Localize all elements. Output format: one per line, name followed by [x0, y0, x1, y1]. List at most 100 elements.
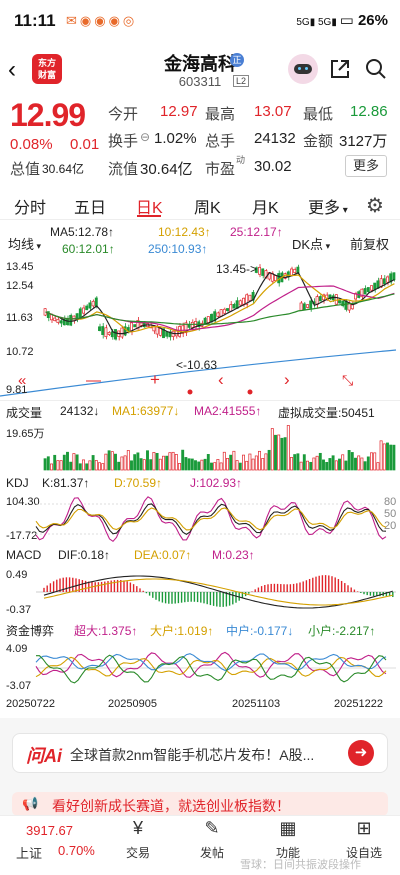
funds-indicator-label[interactable]: 资金博弈: [6, 622, 54, 639]
volume-bar: [139, 458, 143, 471]
divider: [0, 400, 400, 401]
nav-trade[interactable]: 交易: [108, 844, 168, 861]
volume-bar: [379, 440, 383, 471]
tab-intraday[interactable]: 分时: [14, 194, 46, 218]
high-annotation: 13.45->: [216, 262, 258, 276]
volume-bar: [376, 462, 380, 471]
volume-bar: [46, 456, 50, 471]
candle-body: [139, 322, 143, 326]
tab-monthly-k[interactable]: 月K: [252, 194, 279, 218]
candlestick-chart[interactable]: [0, 258, 400, 398]
volume-bar: [299, 461, 303, 471]
trade-icon[interactable]: ¥: [108, 818, 168, 839]
volume-indicator-label[interactable]: 成交量: [6, 404, 42, 421]
dk-point-select[interactable]: DK点 ▾: [292, 234, 330, 253]
scroll-left-icon[interactable]: «: [18, 372, 26, 389]
volume-bar: [238, 462, 242, 471]
candle-body: [219, 309, 223, 317]
function-icon[interactable]: ▦: [258, 818, 318, 839]
share-icon[interactable]: [328, 57, 352, 81]
post-icon[interactable]: ✎: [182, 818, 242, 839]
megaphone-icon: 📢: [22, 796, 39, 811]
candle-body: [107, 332, 111, 335]
tab-five-day[interactable]: 五日: [74, 194, 106, 218]
index-name[interactable]: 上证: [16, 843, 42, 862]
line-type-select[interactable]: 均线 ▾: [8, 234, 41, 253]
level2-badge[interactable]: L2: [233, 75, 250, 87]
tab-weekly-k[interactable]: 周K: [194, 194, 221, 218]
volume-bar: [261, 458, 265, 471]
add-watch-icon[interactable]: ⊞: [334, 818, 394, 839]
zoom-in-icon[interactable]: +: [150, 370, 160, 390]
ma5-label: MA5:12.78↑: [50, 225, 115, 239]
candle-body: [210, 313, 213, 322]
volume-bar: [309, 461, 313, 471]
volume-bar: [245, 460, 249, 471]
volume-bar: [328, 458, 332, 471]
index-value[interactable]: 3917.67: [26, 823, 73, 838]
volume-bar: [334, 460, 338, 471]
volume-bar: [213, 462, 217, 471]
arrow-right-icon[interactable]: ➜: [348, 740, 374, 766]
kdj-chart: [35, 496, 387, 543]
info-icon[interactable]: ⊖: [140, 130, 150, 144]
more-button[interactable]: 更多: [345, 155, 387, 177]
badge-zheng: 正: [230, 53, 244, 67]
chevron-left-icon[interactable]: ‹: [218, 370, 224, 390]
candle-body: [78, 308, 82, 319]
pe-label: 市盈: [205, 161, 236, 178]
mcap-value: 30.64亿: [42, 162, 85, 176]
volume-bar: [171, 451, 175, 471]
volume-bar: [53, 454, 57, 471]
volume-value: 24132: [254, 130, 296, 147]
chevron-right-icon[interactable]: ›: [284, 370, 290, 390]
candle-body: [75, 313, 79, 319]
ytick-2: 12.54: [6, 280, 34, 292]
nav-post[interactable]: 发帖: [182, 844, 242, 861]
candle-body: [334, 294, 338, 305]
tab-more[interactable]: 更多 ▾: [308, 194, 348, 218]
zoom-out-icon[interactable]: —: [86, 372, 101, 389]
volume-bar: [107, 450, 111, 471]
status-time: 11:11: [14, 11, 56, 30]
volume-bar: [210, 462, 213, 471]
ai-headline[interactable]: 全球首款2nm智能手机芯片发布！A股...: [70, 745, 314, 765]
volume-bar: [373, 452, 377, 471]
search-icon[interactable]: [364, 57, 388, 81]
volume-ma2: MA2:41555↑: [194, 404, 262, 418]
volume-bar: [347, 450, 351, 471]
candle-body: [366, 287, 370, 293]
volume-bar: [216, 459, 220, 471]
open-value: 12.97: [160, 103, 198, 120]
candle-body: [318, 296, 322, 302]
volume-bar: [117, 461, 121, 471]
volume-bar: [296, 453, 300, 471]
banner-text[interactable]: 看好创新成长赛道，就选创业板指数！: [52, 796, 290, 816]
gear-icon[interactable]: ⚙: [366, 193, 384, 218]
volume-bar: [312, 457, 316, 471]
fullscreen-icon[interactable]: ⤡: [342, 372, 353, 389]
volume-bar: [274, 434, 277, 471]
funds-big-line: [35, 656, 387, 678]
turnover-label: 换手: [108, 133, 139, 150]
candle-body: [85, 305, 89, 311]
ytick-3: 11.63: [6, 312, 33, 324]
low-value: 12.86: [350, 103, 388, 120]
status-right: 5G▮ 5G▮ ▭ 26%: [296, 11, 388, 29]
volume-bar: [293, 454, 297, 471]
ai-logo: 问Ai: [26, 746, 62, 766]
volume-bar: [331, 455, 335, 471]
candle-body: [229, 304, 233, 312]
macd-dif: DIF:0.18↑: [58, 548, 111, 562]
kdj-indicator-label[interactable]: KDJ: [6, 476, 29, 490]
index-change: 0.70%: [58, 843, 95, 858]
volume-bar: [98, 462, 101, 471]
adjust-select[interactable]: 前复权: [350, 234, 389, 253]
funds-small: 小户:-2.217↑: [308, 624, 376, 638]
assistant-avatar-icon[interactable]: [288, 54, 318, 84]
candle-body: [232, 304, 236, 309]
macd-indicator-label[interactable]: MACD: [6, 548, 41, 562]
volume-bar: [283, 437, 287, 471]
kdj-k: K:81.37↑: [42, 476, 90, 490]
ma250-label: 250:10.93↑: [148, 242, 208, 256]
